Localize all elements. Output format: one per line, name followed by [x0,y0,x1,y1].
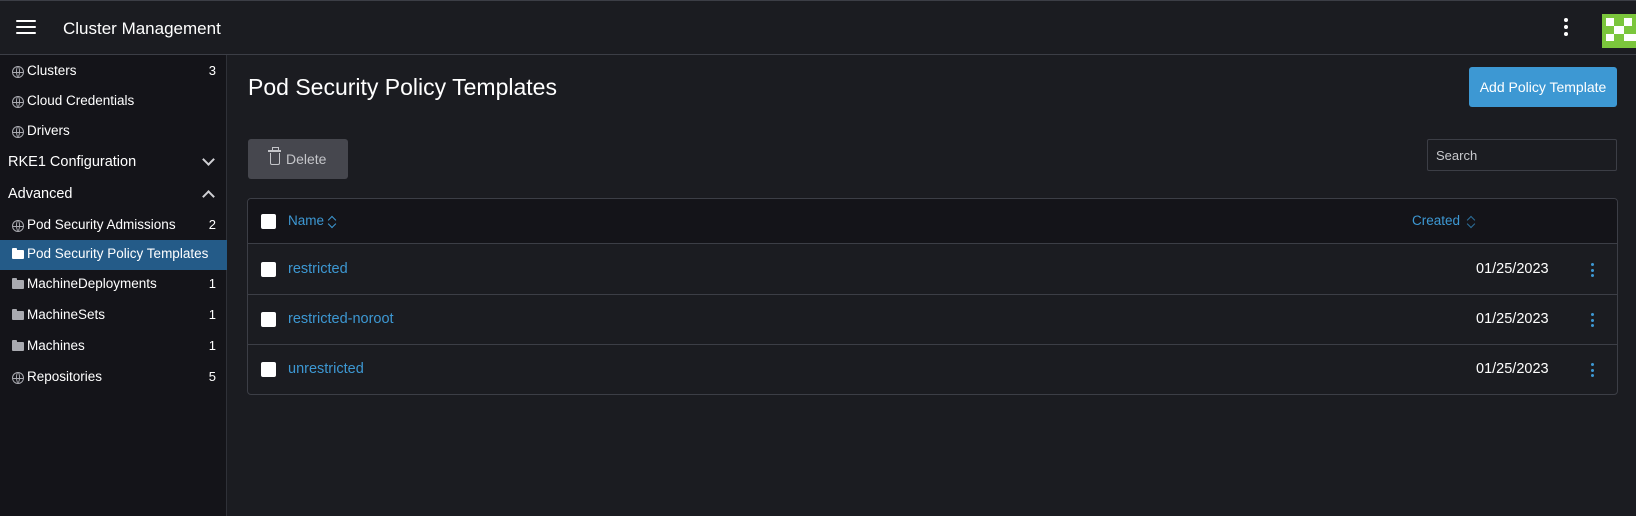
sidebar-group-label: RKE1 Configuration [8,154,137,170]
table-row: restricted-noroot 01/25/2023 [248,295,1617,345]
delete-button[interactable]: Delete [248,139,348,179]
sidebar-item-pod-security-policy-templates[interactable]: Pod Security Policy Templates [0,240,227,270]
sidebar-item-pod-security-admissions[interactable]: Pod Security Admissions 2 [0,211,227,241]
folder-icon [12,340,24,351]
chevron-up-icon [202,190,215,203]
sidebar-item-label: Pod Security Admissions [27,217,176,232]
sidebar-item-repositories[interactable]: Repositories 5 [0,363,227,393]
row-checkbox[interactable] [261,262,276,277]
sidebar-item-label: Drivers [27,123,70,138]
sidebar: Clusters 3 Cloud Credentials Drivers RKE… [0,55,227,516]
folder-icon [12,248,24,259]
count-badge: 1 [208,307,216,322]
globe-icon [12,96,24,108]
sidebar-item-label: MachineDeployments [27,276,157,291]
globe-icon [12,66,24,78]
top-header: Cluster Management [0,0,1636,55]
column-header-created[interactable]: Created [1412,213,1460,228]
more-options-icon[interactable] [1562,18,1570,38]
policy-templates-table: Name Created restricted 01/25/2023 restr… [247,198,1618,395]
created-date: 01/25/2023 [1476,261,1549,277]
table-row: restricted 01/25/2023 [248,245,1617,295]
sidebar-item-label: Clusters [27,63,77,78]
sort-icon[interactable] [1467,215,1475,229]
count-badge: 1 [208,276,216,291]
brand-logo[interactable] [1602,14,1636,48]
sidebar-group-advanced[interactable]: Advanced [0,179,227,211]
template-name-link[interactable]: restricted-noroot [288,311,394,327]
sidebar-item-label: Pod Security Policy Templates [27,246,209,261]
sidebar-item-drivers[interactable]: Drivers [0,117,227,147]
hamburger-menu-icon[interactable] [16,20,36,36]
sidebar-item-label: MachineSets [27,307,106,322]
sidebar-item-label: Repositories [27,369,103,384]
count-badge: 5 [208,369,216,384]
sidebar-group-label: Advanced [8,186,73,202]
row-actions-icon[interactable] [1589,263,1595,281]
globe-icon [12,220,24,232]
row-checkbox[interactable] [261,312,276,327]
template-name-link[interactable]: restricted [288,261,348,277]
delete-button-label: Delete [286,151,327,167]
count-badge: 2 [208,217,216,232]
globe-icon [12,372,24,384]
row-actions-icon[interactable] [1589,313,1595,331]
page-title: Pod Security Policy Templates [248,74,557,100]
row-actions-icon[interactable] [1589,363,1595,381]
chevron-down-icon [202,153,215,166]
sidebar-item-machinedeployments[interactable]: MachineDeployments 1 [0,270,227,300]
trash-icon [268,147,281,165]
template-name-link[interactable]: unrestricted [288,361,364,377]
select-all-checkbox[interactable] [261,214,276,229]
folder-icon [12,278,24,289]
sidebar-item-machines[interactable]: Machines 1 [0,332,227,362]
created-date: 01/25/2023 [1476,311,1549,327]
created-date: 01/25/2023 [1476,361,1549,377]
sidebar-group-rke1-configuration[interactable]: RKE1 Configuration [0,147,227,179]
count-badge: 3 [208,63,216,78]
sidebar-item-clusters[interactable]: Clusters 3 [0,57,227,87]
row-checkbox[interactable] [261,362,276,377]
app-title: Cluster Management [63,19,221,38]
count-badge: 1 [208,338,216,353]
globe-icon [12,126,24,138]
table-row: unrestricted 01/25/2023 [248,345,1617,394]
folder-icon [12,309,24,320]
add-policy-template-button[interactable]: Add Policy Template [1469,67,1617,107]
sidebar-item-cloud-credentials[interactable]: Cloud Credentials [0,87,227,117]
column-header-name[interactable]: Name [288,213,324,228]
sidebar-item-machinesets[interactable]: MachineSets 1 [0,301,227,331]
sidebar-item-label: Cloud Credentials [27,93,135,108]
table-header: Name Created [248,199,1617,244]
sort-icon[interactable] [328,215,336,229]
sidebar-item-label: Machines [27,338,85,353]
search-input[interactable] [1427,139,1617,171]
